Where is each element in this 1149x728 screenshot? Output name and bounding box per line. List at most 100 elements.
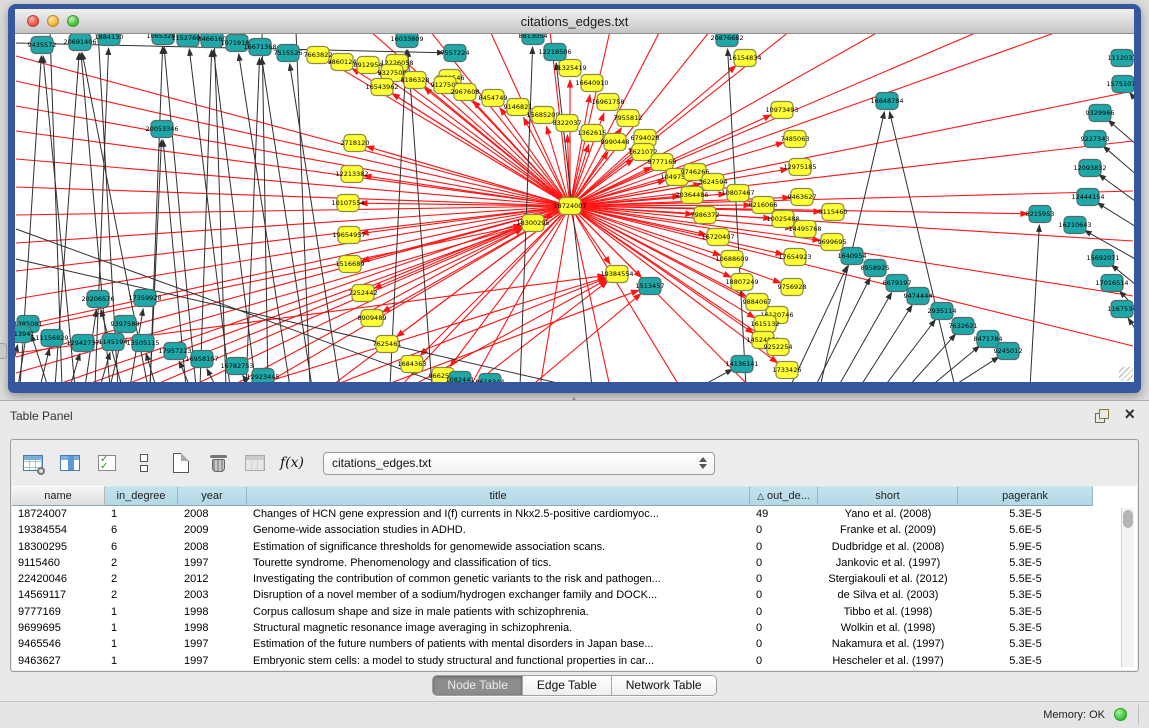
window-title-bar[interactable]: citations_edges.txt [15, 9, 1134, 34]
table-cell: 1 [105, 620, 178, 636]
table-cell: 0 [750, 539, 818, 555]
window-title: citations_edges.txt [15, 14, 1134, 29]
table-row[interactable]: 977716911998Corpus callosum shape and si… [12, 604, 1137, 620]
memory-ok-icon [1114, 708, 1127, 721]
column-visibility-icon[interactable] [56, 449, 84, 477]
row-selection-icon[interactable]: ✓✓ [93, 449, 121, 477]
svg-text:7632621: 7632621 [949, 322, 978, 330]
svg-text:10973493: 10973493 [765, 106, 798, 114]
table-cell: 5.3E-5 [958, 587, 1093, 603]
tab-node-table[interactable]: Node Table [433, 676, 523, 695]
svg-text:12923445: 12923445 [246, 373, 279, 381]
svg-text:7557224: 7557224 [441, 49, 470, 57]
delete-table-icon[interactable] [241, 449, 269, 477]
svg-text:16720407: 16720407 [701, 233, 734, 241]
svg-text:9756928: 9756928 [778, 283, 807, 291]
table-container: ✓✓ f(x) citations_edges.txt namein_degre… [10, 439, 1139, 672]
function-builder-icon[interactable]: f(x) [278, 449, 306, 477]
table-mode-icon[interactable] [19, 449, 47, 477]
vertical-scrollbar[interactable] [1121, 508, 1134, 667]
table-row[interactable]: 946554611997Estimation of the future num… [12, 636, 1137, 652]
column-header-title[interactable]: title [247, 486, 750, 506]
svg-text:16543962: 16543962 [365, 83, 398, 91]
svg-text:7625461: 7625461 [373, 340, 402, 348]
svg-text:8216066: 8216066 [749, 201, 778, 209]
table-toolbar: ✓✓ f(x) citations_edges.txt [11, 440, 1138, 486]
table-select-dropdown[interactable]: citations_edges.txt [323, 452, 715, 475]
svg-text:2935114: 2935114 [928, 307, 957, 315]
close-icon[interactable]: × [1124, 404, 1135, 424]
new-column-icon[interactable] [167, 449, 195, 477]
svg-text:16648784: 16648784 [870, 97, 903, 105]
svg-text:9884067: 9884067 [743, 298, 772, 306]
svg-text:1884130: 1884130 [95, 34, 124, 41]
float-window-icon[interactable] [1095, 409, 1109, 423]
svg-text:9699695: 9699695 [818, 238, 847, 246]
table-cell: Yano et al. (2008) [818, 506, 958, 522]
table-row[interactable]: 1872400712008Changes of HCN gene express… [12, 506, 1137, 522]
svg-text:8322037: 8322037 [553, 119, 582, 127]
tab-network-table[interactable]: Network Table [612, 676, 716, 695]
svg-text:16961758: 16961758 [591, 98, 624, 106]
network-svg[interactable]: 9860124891295412226058932750816543962818… [15, 34, 1134, 382]
table-row[interactable]: 1830029562008Estimation of significance … [12, 539, 1137, 555]
tab-edge-table[interactable]: Edge Table [523, 676, 612, 695]
svg-text:20206576: 20206576 [81, 295, 114, 303]
table-header-row: namein_degreeyeartitle△out_de...shortpag… [12, 486, 1137, 506]
svg-text:10107554: 10107554 [331, 199, 364, 207]
table-cell: 1997 [178, 636, 247, 652]
table-cell: Investigating the contribution of common… [247, 571, 750, 587]
column-header-year[interactable]: year [178, 486, 247, 506]
table-cell: 1997 [178, 653, 247, 669]
hidden-panel-tab[interactable] [0, 343, 7, 359]
column-header-short[interactable]: short [818, 486, 958, 506]
svg-text:9463627: 9463627 [788, 193, 817, 201]
svg-text:18300295: 18300295 [516, 219, 549, 227]
svg-text:12218506: 12218506 [538, 48, 571, 56]
table-row[interactable]: 969969511998Structural magnetic resonanc… [12, 620, 1137, 636]
table-tabs: Node TableEdge TableNetwork Table [0, 675, 1149, 696]
svg-text:7663822: 7663822 [304, 51, 333, 59]
table-cell: Embryonic stem cells: a model to study s… [247, 653, 750, 669]
table-cell: Tibbo et al. (1998) [818, 604, 958, 620]
table-row[interactable]: 911546021997Tourette syndrome. Phenomeno… [12, 555, 1137, 571]
svg-text:9146821: 9146821 [504, 103, 533, 111]
svg-text:17016514: 17016514 [1095, 279, 1128, 287]
table-row[interactable]: 1456911722003Disruption of a novel membe… [12, 587, 1137, 603]
resize-grip-icon[interactable] [1119, 367, 1133, 381]
svg-text:9618344: 9618344 [476, 378, 505, 382]
table-body: 1872400712008Changes of HCN gene express… [12, 506, 1137, 670]
table-cell: Corpus callosum shape and size in male p… [247, 604, 750, 620]
svg-text:8958925: 8958925 [861, 264, 890, 272]
svg-text:8215953: 8215953 [1026, 210, 1055, 218]
table-cell: 1 [105, 506, 178, 522]
column-header-in_degree[interactable]: in_degree [105, 486, 178, 506]
graph-nodes: 9860124891295412226058932750816543962818… [15, 34, 1134, 382]
table-cell: 2 [105, 587, 178, 603]
network-canvas[interactable]: 9860124891295412226058932750816543962818… [15, 34, 1134, 382]
table-row[interactable]: 1938455462009Genome-wide association stu… [12, 522, 1137, 538]
svg-text:1362615: 1362615 [578, 129, 607, 137]
scrollbar-thumb[interactable] [1123, 510, 1133, 528]
column-header-name[interactable]: name [12, 486, 105, 506]
table-cell: 49 [750, 506, 818, 522]
svg-text:15751074: 15751074 [1106, 80, 1134, 88]
delete-column-icon[interactable] [204, 449, 232, 477]
svg-text:8990448: 8990448 [601, 138, 630, 146]
column-header-pagerank[interactable]: pagerank [958, 486, 1093, 506]
table-cell: Wolkin et al. (1998) [818, 620, 958, 636]
svg-text:1082441: 1082441 [446, 376, 475, 382]
column-header-out_de[interactable]: △out_de... [750, 486, 818, 506]
svg-text:12975185: 12975185 [783, 163, 816, 171]
row-height-icon[interactable] [130, 449, 158, 477]
svg-text:16033809: 16033809 [390, 35, 423, 43]
svg-text:9777169: 9777169 [648, 158, 677, 166]
table-cell: Estimation of significance thresholds fo… [247, 539, 750, 555]
table-cell: 0 [750, 604, 818, 620]
table-row[interactable]: 2242004622012Investigating the contribut… [12, 571, 1137, 587]
table-cell: 5.3E-5 [958, 506, 1093, 522]
table-cell: 1998 [178, 604, 247, 620]
svg-text:11325419: 11325419 [553, 64, 586, 72]
table-cell: 22420046 [12, 571, 105, 587]
table-row[interactable]: 946362711997Embryonic stem cells: a mode… [12, 653, 1137, 669]
